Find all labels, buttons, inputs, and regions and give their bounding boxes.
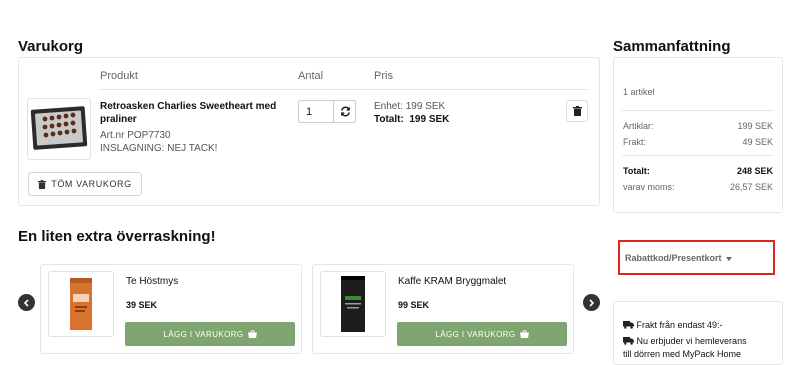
chevron-right-icon <box>589 298 595 307</box>
add-to-cart-button[interactable]: LÄGG I VARUKORG <box>125 322 295 346</box>
delivery-info-text: till dörren med MyPack Home <box>623 349 742 359</box>
product-card-title[interactable]: Kaffe KRAM Bryggmalet <box>398 276 506 287</box>
header-divider <box>98 89 588 90</box>
basket-icon <box>519 330 529 338</box>
product-card-image[interactable] <box>48 271 114 337</box>
refresh-icon[interactable] <box>333 101 356 122</box>
caret-down-icon <box>726 256 733 261</box>
quantity-input[interactable]: 1 <box>306 106 312 118</box>
carousel-prev-button[interactable] <box>18 294 35 311</box>
add-to-cart-label: LÄGG I VARUKORG <box>435 329 516 339</box>
product-wrapping: INSLAGNING: NEJ TACK! <box>100 143 218 154</box>
unit-price: Enhet: 199 SEK <box>374 101 446 112</box>
item-total: Totalt: 199 SEK <box>374 113 449 126</box>
summary-total-label: Totalt: <box>623 166 650 176</box>
summary-shipping-value: 49 SEK <box>742 137 773 147</box>
add-to-cart-label: LÄGG I VARUKORG <box>163 329 244 339</box>
summary-count: 1 artikel <box>623 87 655 97</box>
chevron-left-icon <box>23 298 29 307</box>
summary-divider <box>622 110 774 111</box>
product-card-price: 39 SEK <box>126 300 158 310</box>
summary-title: Sammanfattning <box>613 38 731 55</box>
add-to-cart-button[interactable]: LÄGG I VARUKORG <box>397 322 567 346</box>
carousel-next-button[interactable] <box>583 294 600 311</box>
remove-item-button[interactable] <box>566 100 588 122</box>
item-total-value: 199 SEK <box>409 114 450 125</box>
product-article-number: Art.nr POP7730 <box>100 130 171 141</box>
product-card-title[interactable]: Te Höstmys <box>126 276 178 287</box>
column-price: Pris <box>374 70 393 82</box>
column-quantity: Antal <box>298 70 324 82</box>
cart-title: Varukorg <box>18 38 84 55</box>
summary-total-value: 248 SEK <box>736 166 773 176</box>
summary-articles-label: Artiklar: <box>623 121 654 131</box>
product-name[interactable]: Retroasken Charlies Sweetheart med prali… <box>100 100 290 126</box>
empty-cart-button[interactable]: TÖM VARUKORG <box>28 172 142 196</box>
delivery-info-text: Nu erbjuder vi hemleverans <box>636 336 747 346</box>
empty-cart-label: TÖM VARUKORG <box>51 179 132 189</box>
product-card-image[interactable] <box>320 271 386 337</box>
item-total-label: Totalt: <box>374 114 404 125</box>
product-card-price: 99 SEK <box>398 300 430 310</box>
column-product: Produkt <box>100 70 138 82</box>
delivery-info-text: Frakt från endast 49:- <box>636 320 723 330</box>
summary-divider <box>622 155 774 156</box>
discount-code-toggle[interactable]: Rabattkod/Presentkort <box>618 240 775 275</box>
truck-icon <box>623 337 634 345</box>
summary-vat-value: 26,57 SEK <box>729 182 773 192</box>
extra-section-title: En liten extra överraskning! <box>18 228 216 245</box>
discount-code-label: Rabattkod/Presentkort <box>625 253 722 263</box>
summary-vat-label: varav moms: <box>623 182 675 192</box>
basket-icon <box>247 330 257 338</box>
product-image[interactable] <box>27 98 91 160</box>
trash-icon <box>38 179 47 189</box>
summary-shipping-label: Frakt: <box>623 137 647 147</box>
delivery-info-line: Nu erbjuder vi hemleverans <box>623 335 747 347</box>
trash-icon <box>572 106 582 116</box>
delivery-info-line: Frakt från endast 49:- <box>623 319 723 331</box>
summary-articles-value: 199 SEK <box>737 121 773 131</box>
quantity-stepper[interactable]: 1 <box>298 100 356 123</box>
truck-icon <box>623 321 634 329</box>
